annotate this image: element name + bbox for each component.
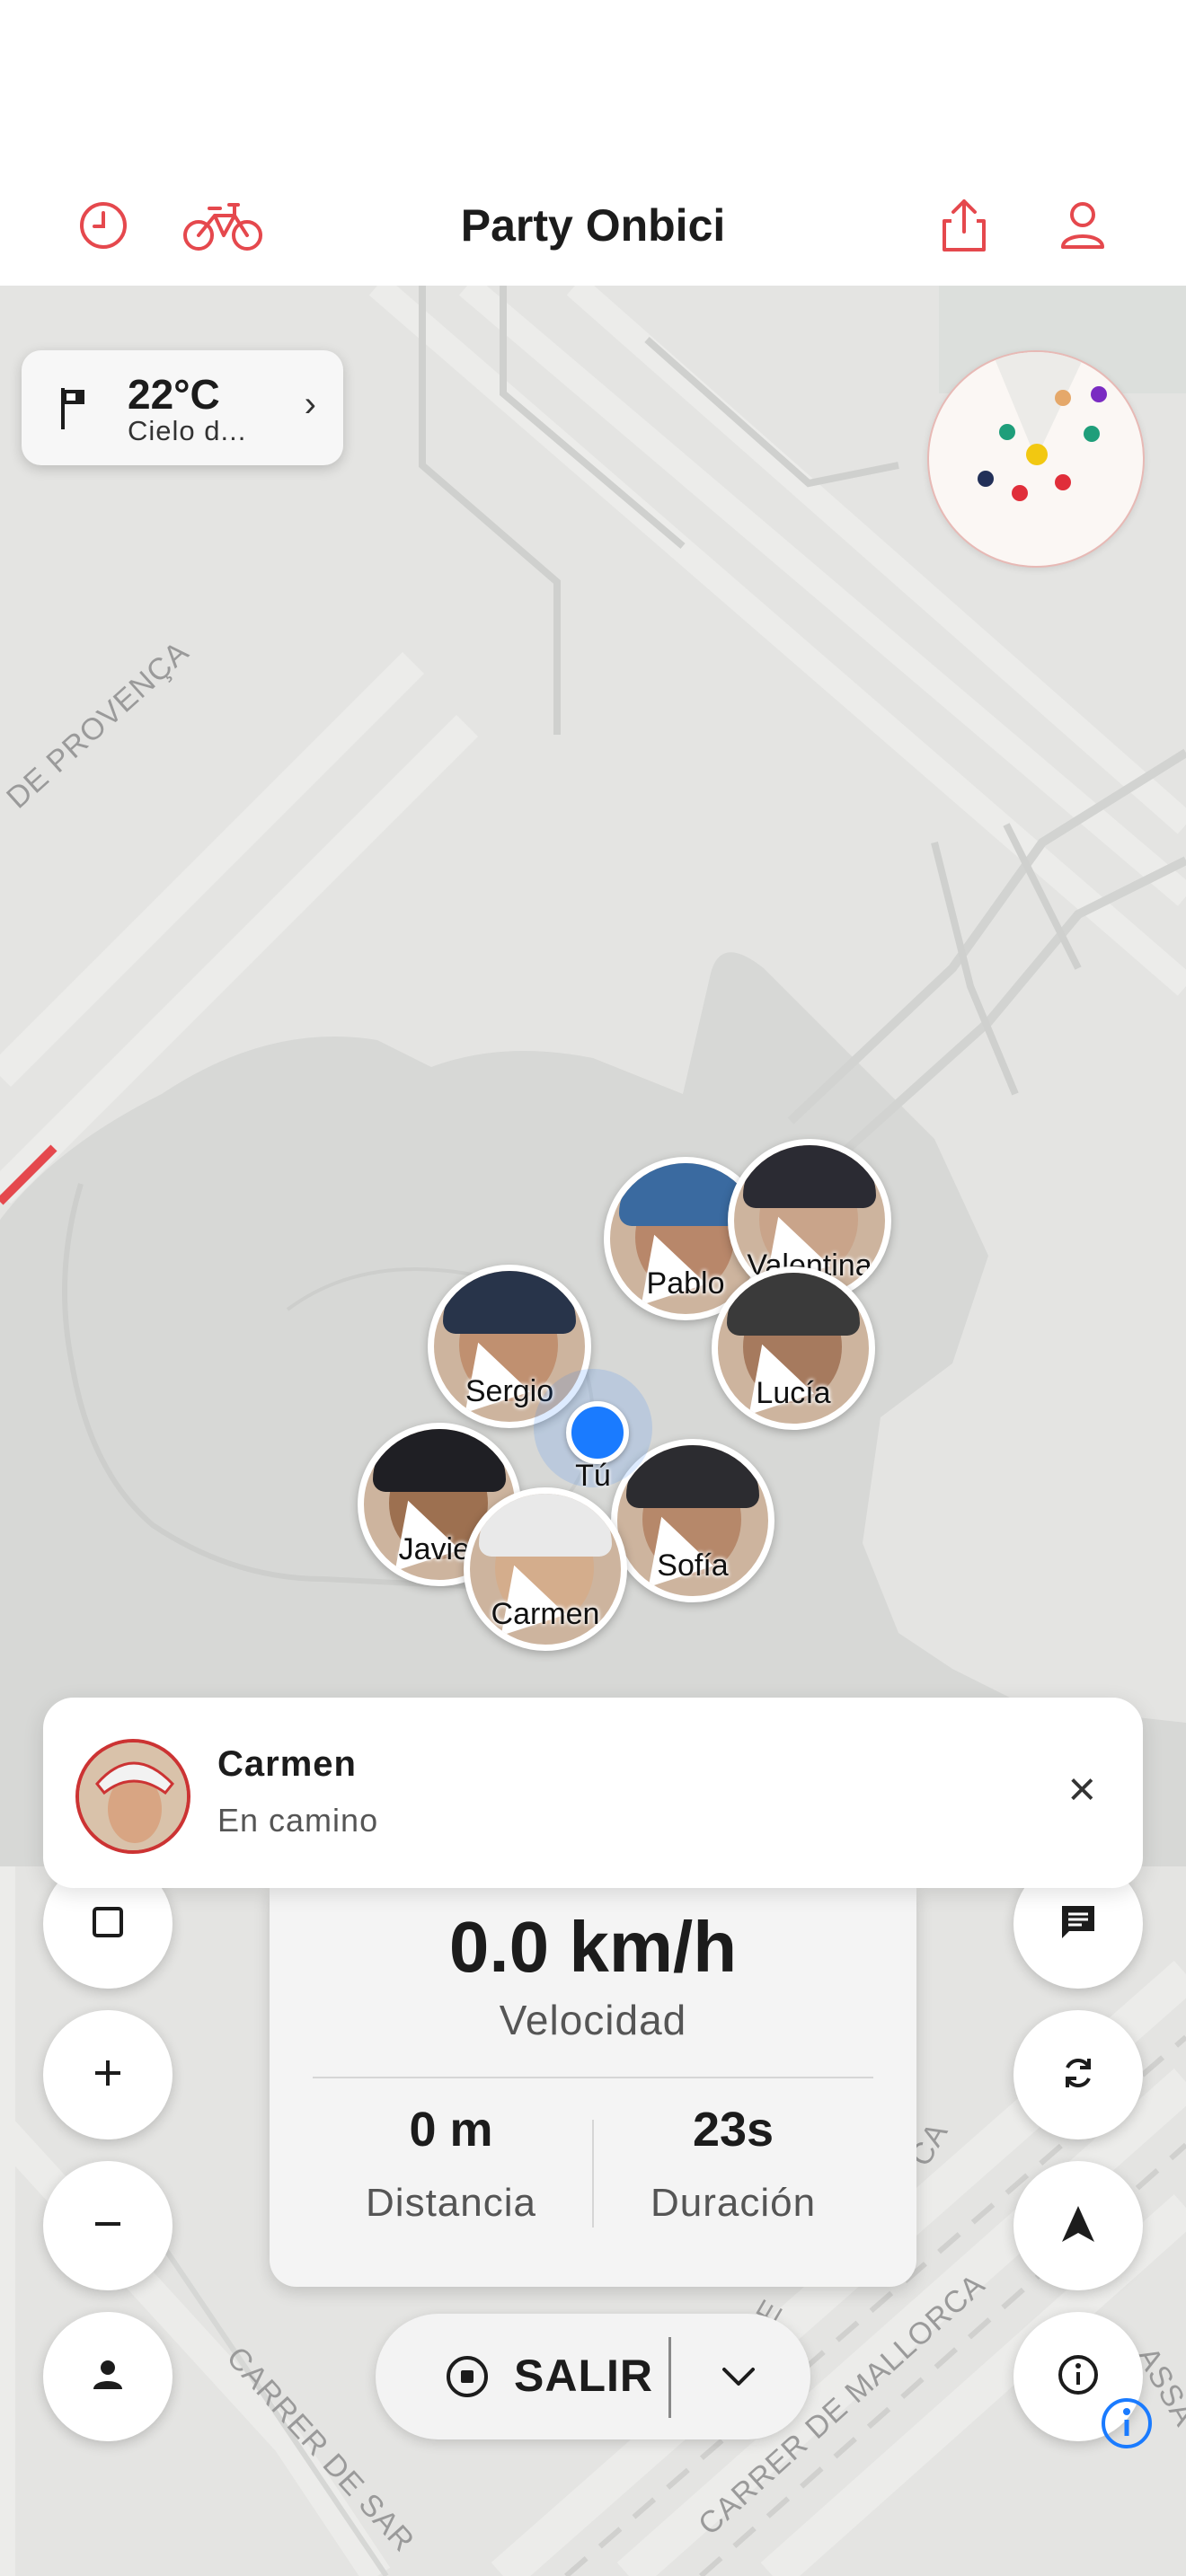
refresh-icon <box>1058 2053 1098 2097</box>
speed-value: 0.0 km/h <box>448 1907 738 1987</box>
center-on-me-button[interactable] <box>43 2312 173 2441</box>
exit-control: SALIR <box>376 2314 810 2439</box>
weather-description: Cielo d... <box>128 415 247 446</box>
notification-name: Carmen <box>217 1744 357 1784</box>
person-icon <box>90 2357 126 2397</box>
distance-label: Distancia <box>366 2181 536 2225</box>
duration-label: Duración <box>650 2181 817 2225</box>
weather-card[interactable]: 22°C Cielo d... › <box>22 350 343 465</box>
flag-icon <box>58 384 90 436</box>
my-location-label: Tú <box>575 1459 611 1493</box>
chevron-down-icon[interactable] <box>713 2357 764 2396</box>
radar-dot <box>1084 426 1100 442</box>
map-attribution-icon[interactable] <box>1100 2396 1154 2450</box>
rider-name: Sofía <box>657 1548 729 1583</box>
zoom-in-button[interactable] <box>43 2010 173 2139</box>
exit-separator <box>668 2337 671 2418</box>
stats-divider <box>313 2077 873 2078</box>
avatar <box>75 1739 190 1854</box>
duration-value: 23s <box>692 2103 774 2157</box>
rider-name: Lucía <box>756 1376 831 1410</box>
radar-dot-self <box>1026 444 1048 465</box>
close-icon[interactable]: × <box>1067 1762 1096 1816</box>
page-title: Party Onbici <box>460 200 726 251</box>
rider-notification[interactable]: Carmen En camino × <box>43 1698 1143 1888</box>
rider-marker-lucia[interactable]: Lucía <box>712 1266 875 1430</box>
exit-button[interactable]: SALIR <box>514 2350 653 2402</box>
chat-icon <box>1058 1902 1098 1946</box>
profile-icon[interactable] <box>1051 194 1114 257</box>
share-icon[interactable] <box>933 194 996 257</box>
square-icon <box>92 1906 124 1943</box>
plus-icon <box>92 2057 124 2094</box>
radar-dot <box>999 424 1015 440</box>
rider-name: Carmen <box>491 1597 600 1631</box>
stop-icon[interactable] <box>444 2353 491 2400</box>
chevron-right-icon: › <box>304 384 316 424</box>
minus-icon <box>92 2208 124 2245</box>
status-bar <box>0 0 1186 180</box>
weather-temperature: 22°C <box>128 371 220 418</box>
radar-minimap[interactable] <box>927 350 1145 568</box>
stats-vertical-divider <box>592 2120 594 2228</box>
rider-marker-carmen[interactable]: Carmen <box>464 1487 627 1651</box>
notification-status: En camino <box>217 1802 379 1839</box>
radar-dot <box>1055 474 1071 490</box>
navigation-arrow-icon <box>1058 2204 1098 2248</box>
radar-dot <box>1055 390 1071 406</box>
ride-stats-panel: 0.0 km/h Velocidad 0 m Distancia 23s Dur… <box>270 1888 916 2287</box>
distance-value: 0 m <box>409 2103 493 2157</box>
navigation-button[interactable] <box>1013 2161 1143 2290</box>
refresh-button[interactable] <box>1013 2010 1143 2139</box>
radar-dot <box>978 471 994 487</box>
radar-dot <box>1091 386 1107 402</box>
my-location-dot[interactable] <box>566 1401 629 1464</box>
radar-dot <box>1012 485 1028 501</box>
speed-label: Velocidad <box>499 1997 687 2043</box>
zoom-out-button[interactable] <box>43 2161 173 2290</box>
info-icon <box>1057 2353 1100 2401</box>
